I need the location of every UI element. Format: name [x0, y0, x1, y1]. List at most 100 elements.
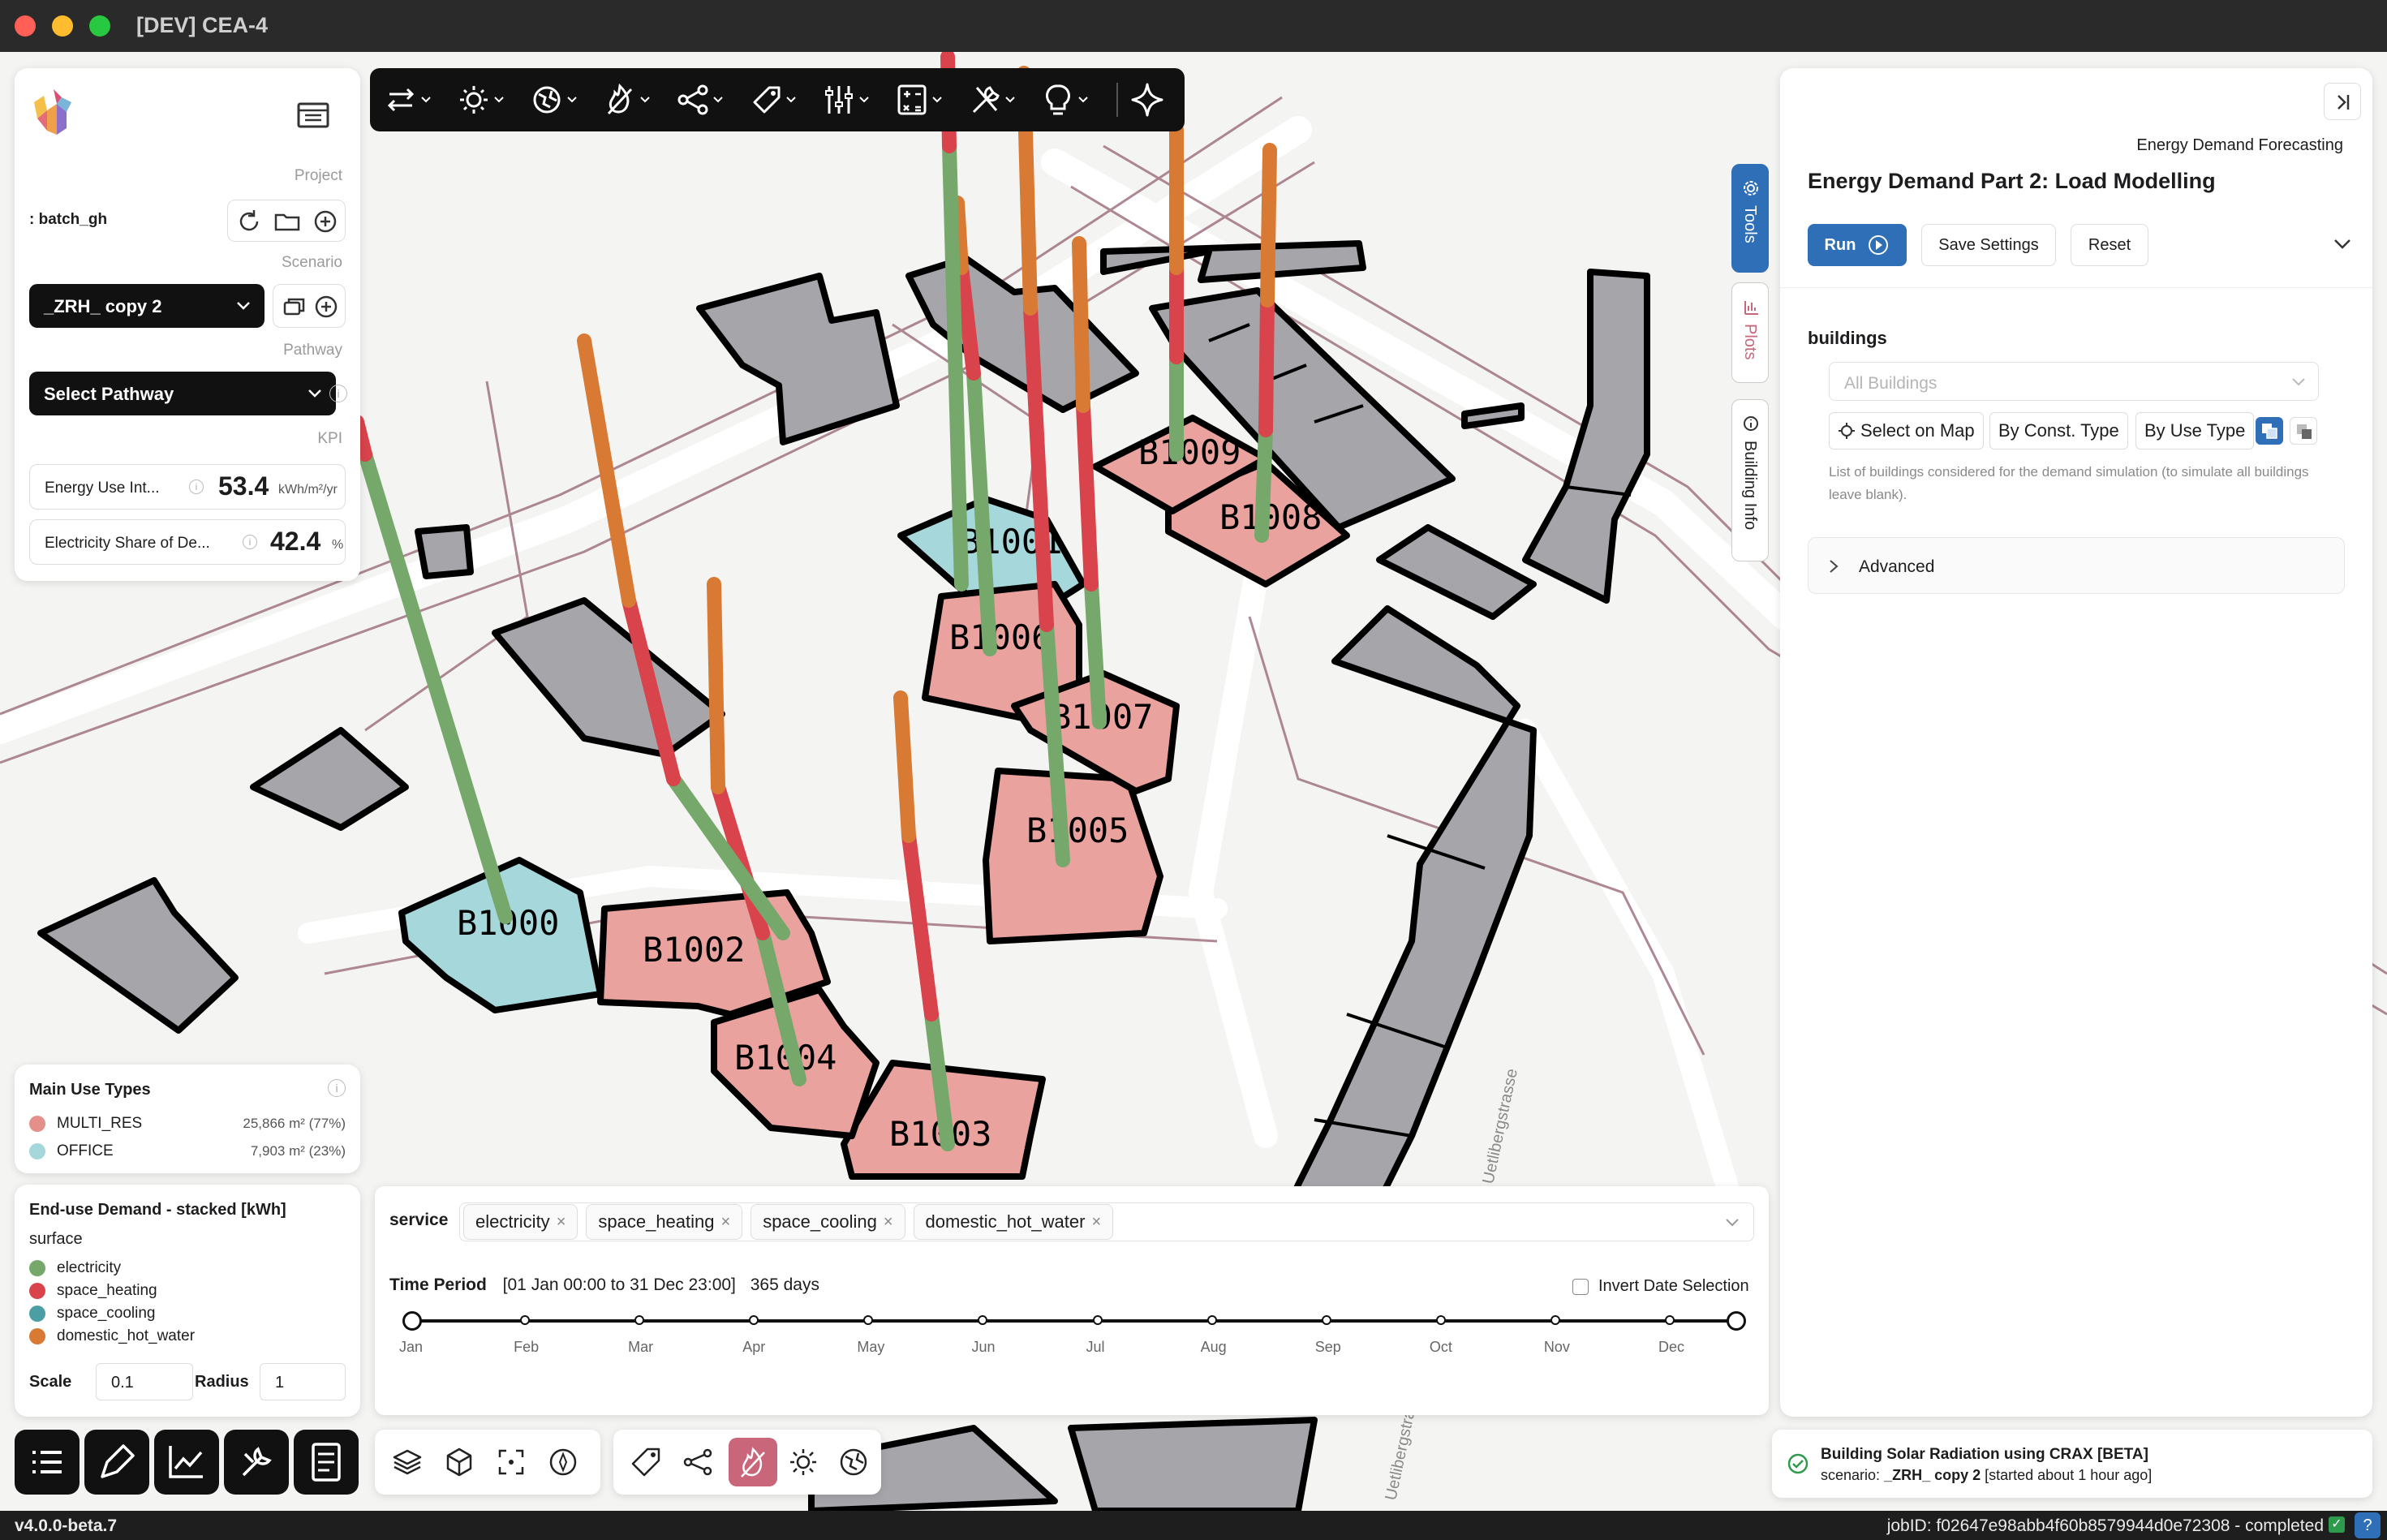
tools-button[interactable] — [224, 1430, 289, 1495]
job-notification[interactable]: Building Solar Radiation using CRAX [BET… — [1772, 1430, 2372, 1498]
tab-label: Tools — [1741, 205, 1759, 243]
kpi-label-text: Energy Use Int... — [45, 480, 160, 497]
advanced-section[interactable]: Advanced — [1808, 537, 2345, 594]
layers-icon[interactable] — [391, 1446, 424, 1478]
job-started: [started about 1 hour ago] — [1985, 1467, 2153, 1483]
tools-icon[interactable] — [966, 80, 1022, 120]
chart-button[interactable] — [154, 1430, 219, 1495]
tab-building-info[interactable]: Building Info — [1731, 399, 1769, 561]
network-icon[interactable] — [673, 80, 730, 120]
focus-icon[interactable] — [495, 1446, 527, 1478]
dashboard-icon[interactable] — [295, 101, 331, 130]
timeline-months: Jan Feb Mar Apr May Jun Jul Aug Sep Oct Nov Dec — [375, 1186, 1769, 1415]
minimize-window-button[interactable] — [52, 15, 73, 37]
legend-electricity: electricity — [29, 1259, 121, 1277]
legend-label: domestic_hot_water — [57, 1327, 196, 1344]
building-b1005[interactable] — [983, 768, 1163, 944]
project-panel: Project : batch_gh Scenario _ZRH_ copy 2… — [15, 68, 360, 581]
kpi-unit: % — [332, 538, 344, 552]
duplicate-icon[interactable] — [280, 293, 308, 320]
job-title: Building Solar Radiation using CRAX [BET… — [1821, 1446, 2148, 1463]
chevron-down-icon — [2292, 378, 2305, 386]
calculator-icon[interactable] — [892, 80, 949, 120]
list-view-button[interactable] — [15, 1430, 80, 1495]
add-scenario-icon[interactable] — [312, 293, 340, 320]
compass-icon[interactable] — [547, 1446, 579, 1478]
tab-plots[interactable]: Plots — [1731, 282, 1769, 383]
scenario-select[interactable]: _ZRH_ copy 2 — [29, 284, 265, 328]
use-types-title: Main Use Types — [29, 1081, 151, 1099]
info-icon[interactable]: i — [328, 1079, 346, 1097]
select-on-map-button[interactable]: Select on Map — [1829, 412, 1984, 450]
document-button[interactable] — [294, 1430, 359, 1495]
legend-space-heating: space_heating — [29, 1282, 157, 1300]
sparkle-icon[interactable] — [1128, 80, 1185, 120]
play-icon — [1869, 235, 1889, 255]
chevron-down-icon — [237, 302, 250, 310]
use-type-name: OFFICE — [57, 1142, 114, 1159]
use-type-value: 25,866 m² (77%) — [243, 1116, 346, 1131]
radius-input[interactable]: 1 — [260, 1363, 346, 1400]
project-name: : batch_gh — [29, 211, 108, 228]
reset-button[interactable]: Reset — [2071, 224, 2148, 266]
divider — [1780, 287, 2372, 288]
network-icon[interactable] — [682, 1446, 714, 1478]
tab-label: Building Info — [1741, 441, 1759, 531]
crosshair-icon — [1839, 423, 1855, 439]
month-label: Jul — [1086, 1339, 1105, 1355]
month-label: Sep — [1314, 1339, 1341, 1355]
select-mode-subtract-icon[interactable] — [2290, 417, 2317, 445]
globe-icon[interactable] — [837, 1446, 870, 1478]
window-titlebar: [DEV] CEA-4 — [0, 0, 2387, 52]
buildings-select[interactable]: All Buildings — [1829, 362, 2319, 401]
lightbulb-icon[interactable] — [1039, 80, 1095, 120]
select-mode-add-icon[interactable] — [2256, 417, 2283, 445]
info-icon[interactable]: i — [243, 535, 257, 549]
legend-space-cooling: space_cooling — [29, 1305, 155, 1323]
maximize-window-button[interactable] — [89, 15, 110, 37]
close-window-button[interactable] — [15, 15, 36, 37]
refresh-icon[interactable] — [234, 207, 264, 236]
tag-icon[interactable] — [630, 1446, 662, 1478]
info-icon[interactable]: i — [189, 480, 204, 494]
use-type-name: MULTI_RES — [57, 1115, 143, 1132]
pathway-select[interactable]: Select Pathway — [29, 372, 336, 415]
sliders-icon[interactable] — [819, 80, 876, 120]
grey-building[interactable] — [696, 273, 900, 445]
kpi-card[interactable]: Electricity Share of De... i 42.4 % — [29, 519, 346, 565]
flow-icon[interactable] — [381, 80, 438, 120]
by-const-type-button[interactable]: By Const. Type — [1989, 412, 2128, 450]
scale-input[interactable]: 0.1 — [96, 1363, 193, 1400]
chevron-down-icon[interactable] — [2332, 235, 2353, 253]
info-icon[interactable]: i — [329, 385, 347, 402]
folder-icon[interactable] — [273, 207, 302, 236]
demand-layer-toggle[interactable] — [729, 1438, 777, 1486]
flame-icon[interactable] — [600, 80, 657, 120]
label-b1006: B1006 — [949, 617, 1052, 657]
tag-icon[interactable] — [746, 80, 803, 120]
collapse-panel-button[interactable] — [2324, 83, 2361, 120]
run-button[interactable]: Run — [1808, 224, 1907, 266]
legend-domestic-hot-water: domestic_hot_water — [29, 1327, 195, 1345]
tab-tools[interactable]: Tools — [1731, 164, 1769, 273]
job-status[interactable]: jobID: f02647e98abb4f60b8579944d0e72308 … — [1887, 1516, 2324, 1536]
sun-icon[interactable] — [787, 1446, 819, 1478]
help-icon[interactable]: ? — [2355, 1512, 2381, 1538]
save-settings-button[interactable]: Save Settings — [1921, 224, 2056, 266]
edit-button[interactable] — [84, 1430, 149, 1495]
pathway-select-label: Select Pathway — [44, 384, 174, 404]
month-label: Mar — [628, 1339, 654, 1355]
tool-title: Energy Demand Part 2: Load Modelling — [1808, 169, 2216, 193]
main-use-types-panel: Main Use Types i MULTI_RES 25,866 m² (77… — [15, 1065, 360, 1173]
kpi-value: 42.4 — [270, 527, 321, 556]
tool-panel: Energy Demand Forecasting Energy Demand … — [1780, 68, 2372, 1417]
globe-icon[interactable] — [527, 80, 584, 120]
month-label: Dec — [1658, 1339, 1685, 1355]
add-project-icon[interactable] — [311, 207, 340, 236]
electricity-swatch — [29, 1260, 45, 1276]
street-label: Uetlibergstras — [1382, 1400, 1420, 1502]
cube-icon[interactable] — [443, 1446, 475, 1478]
by-use-type-button[interactable]: By Use Type — [2135, 412, 2255, 450]
sun-icon[interactable] — [454, 80, 511, 120]
kpi-card[interactable]: Energy Use Int... i 53.4 kWh/m²/yr — [29, 464, 346, 510]
